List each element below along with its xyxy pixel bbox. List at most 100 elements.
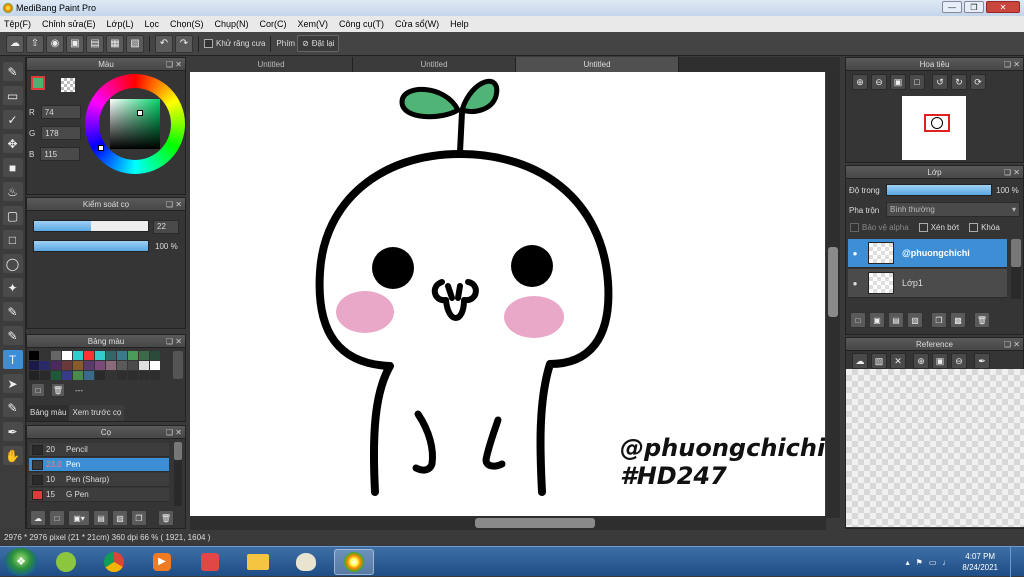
reference-fit-icon[interactable]: ▣ bbox=[932, 353, 948, 369]
palette-swatch[interactable] bbox=[117, 351, 127, 360]
operation-tool-icon[interactable]: ➤ bbox=[2, 374, 23, 393]
menu-view[interactable]: Xem(V) bbox=[298, 19, 329, 29]
new-8bit-layer-icon[interactable]: ▤ bbox=[888, 312, 904, 328]
select-pen-tool-icon[interactable]: ✎ bbox=[2, 302, 23, 321]
palette-swatch[interactable] bbox=[62, 371, 72, 380]
hand-tool-icon[interactable]: ✋ bbox=[2, 446, 23, 465]
palette-swatch[interactable] bbox=[40, 361, 50, 370]
palette-swatch[interactable] bbox=[51, 371, 61, 380]
fill-shape-tool-icon[interactable]: ■ bbox=[2, 158, 23, 177]
menu-edit[interactable]: Chỉnh sửa(E) bbox=[42, 19, 96, 29]
reference-open-icon[interactable]: ▧ bbox=[871, 353, 887, 369]
tray-volume-icon[interactable]: ♩ bbox=[942, 558, 950, 567]
panel-close-icon[interactable]: ❏ ✕ bbox=[1004, 58, 1020, 71]
menu-select[interactable]: Chọn(S) bbox=[170, 19, 204, 29]
panel-close-icon[interactable]: ❏ ✕ bbox=[1004, 166, 1020, 179]
brush-item[interactable]: 10 Pen (Sharp) bbox=[29, 473, 169, 487]
taskbar-medibang-icon[interactable] bbox=[334, 548, 374, 575]
panel-close-icon[interactable]: ❏ ✕ bbox=[166, 58, 182, 71]
select-rect-tool-icon[interactable]: □ bbox=[2, 230, 23, 249]
palette-swatch[interactable] bbox=[150, 351, 160, 360]
menu-layer[interactable]: Lớp(L) bbox=[107, 19, 134, 29]
share-icon[interactable]: ⇧ bbox=[26, 34, 44, 53]
layer-list-scrollbar[interactable] bbox=[1011, 239, 1021, 299]
duplicate-layer-icon[interactable]: ❐ bbox=[931, 312, 947, 328]
antialias-checkbox[interactable]: Khử răng cưa bbox=[204, 39, 265, 48]
canvas-vertical-scrollbar[interactable] bbox=[826, 72, 840, 518]
palette-swatch[interactable] bbox=[139, 351, 149, 360]
rotate-right-icon[interactable]: ↻ bbox=[951, 74, 967, 90]
zoom-in-icon[interactable]: ⊕ bbox=[852, 74, 868, 90]
vertical-scroll-thumb[interactable] bbox=[828, 247, 838, 317]
tab-document-2[interactable]: Untitled bbox=[353, 57, 516, 72]
divide-tool-icon[interactable]: ✎ bbox=[2, 398, 23, 417]
green-value[interactable]: 178 bbox=[41, 126, 82, 140]
palette-swatch[interactable] bbox=[106, 351, 116, 360]
menu-snap[interactable]: Chụp(N) bbox=[215, 19, 249, 29]
redo-icon[interactable]: ↷ bbox=[175, 34, 193, 53]
hue-marker[interactable] bbox=[98, 145, 104, 151]
reference-zoom-out-icon[interactable]: ⊖ bbox=[951, 353, 967, 369]
panel-close-icon[interactable]: ❏ ✕ bbox=[166, 426, 182, 439]
rotate-left-icon[interactable]: ↺ bbox=[932, 74, 948, 90]
blue-value[interactable]: 115 bbox=[40, 147, 81, 161]
brush-folder-icon[interactable]: ▧ bbox=[112, 510, 128, 526]
brush-item[interactable]: 23.0 Pen bbox=[29, 458, 169, 472]
tab-document-1[interactable]: Untitled bbox=[190, 57, 353, 72]
palette-swatch[interactable] bbox=[106, 361, 116, 370]
menu-help[interactable]: Help bbox=[450, 19, 469, 29]
brush-size-slider[interactable] bbox=[33, 220, 149, 232]
brush-tool-icon[interactable]: ✎ bbox=[2, 62, 23, 81]
palette-swatch[interactable] bbox=[40, 371, 50, 380]
palette-swatch[interactable] bbox=[150, 371, 160, 380]
palette-delete-icon[interactable]: 🗑 bbox=[51, 383, 65, 397]
lock-checkbox[interactable] bbox=[969, 223, 979, 233]
delete-layer-icon[interactable]: 🗑 bbox=[974, 312, 990, 328]
palette-swatch[interactable] bbox=[73, 351, 83, 360]
select-eraser-tool-icon[interactable]: ✎ bbox=[2, 326, 23, 345]
eraser-tool-icon[interactable]: ▭ bbox=[2, 86, 23, 105]
taskbar-app-red-icon[interactable] bbox=[190, 549, 230, 575]
brush-item[interactable]: 15 G Pen bbox=[29, 488, 169, 502]
palette-swatch[interactable] bbox=[84, 351, 94, 360]
red-value[interactable]: 74 bbox=[40, 105, 81, 119]
palette-swatch[interactable] bbox=[51, 351, 61, 360]
lock-option[interactable]: Khóa bbox=[969, 223, 1000, 233]
panel-close-icon[interactable]: ❏ ✕ bbox=[166, 198, 182, 211]
reference-cloud-icon[interactable]: ☁ bbox=[852, 353, 868, 369]
clock[interactable]: 4:07 PM 8/24/2021 bbox=[962, 551, 998, 573]
reset-button[interactable]: ⊘ Đặt lại bbox=[297, 35, 340, 52]
comic-icon[interactable]: ▦ bbox=[106, 34, 124, 53]
tab-palette[interactable]: Bảng màu bbox=[27, 405, 70, 421]
eyedropper-tool-icon[interactable]: ✒ bbox=[2, 422, 23, 441]
magic-wand-tool-icon[interactable]: ✦ bbox=[2, 278, 23, 297]
tray-network-icon[interactable]: ▭ bbox=[929, 558, 937, 567]
palette-swatch[interactable] bbox=[106, 371, 116, 380]
clipping-checkbox[interactable] bbox=[918, 223, 928, 233]
palette-swatch[interactable] bbox=[128, 371, 138, 380]
reset-rotation-icon[interactable]: ⟳ bbox=[970, 74, 986, 90]
layer-visibility-icon[interactable]: ● bbox=[848, 249, 862, 258]
brush-copy-icon[interactable]: ❐ bbox=[131, 510, 147, 526]
layer-row[interactable]: ● Lớp1 bbox=[848, 269, 1007, 298]
canvas-horizontal-scrollbar[interactable] bbox=[190, 516, 826, 530]
undo-icon[interactable]: ↶ bbox=[155, 34, 173, 53]
palette-swatch[interactable] bbox=[117, 371, 127, 380]
layer-folder-icon[interactable]: ▧ bbox=[907, 312, 923, 328]
bucket-tool-icon[interactable]: ♨ bbox=[2, 182, 23, 201]
palette-swatch[interactable] bbox=[150, 361, 160, 370]
palette-swatch[interactable] bbox=[139, 361, 149, 370]
palette-swatch[interactable] bbox=[73, 361, 83, 370]
grid-icon[interactable]: ▧ bbox=[126, 34, 144, 53]
brush-size-value[interactable]: 22 bbox=[153, 220, 179, 234]
palette-swatch[interactable] bbox=[128, 361, 138, 370]
palette-swatch[interactable] bbox=[29, 371, 39, 380]
new-layer-icon[interactable]: □ bbox=[850, 312, 866, 328]
tray-flag-icon[interactable]: ⚑ bbox=[916, 558, 923, 567]
reference-close-icon[interactable]: ✕ bbox=[890, 353, 906, 369]
comment-icon[interactable]: ◉ bbox=[46, 34, 64, 53]
menu-filter[interactable]: Lọc bbox=[144, 19, 159, 29]
protect-alpha-checkbox[interactable] bbox=[850, 223, 859, 233]
brush-list-scroll-thumb[interactable] bbox=[174, 442, 182, 460]
palette-swatch[interactable] bbox=[84, 371, 94, 380]
